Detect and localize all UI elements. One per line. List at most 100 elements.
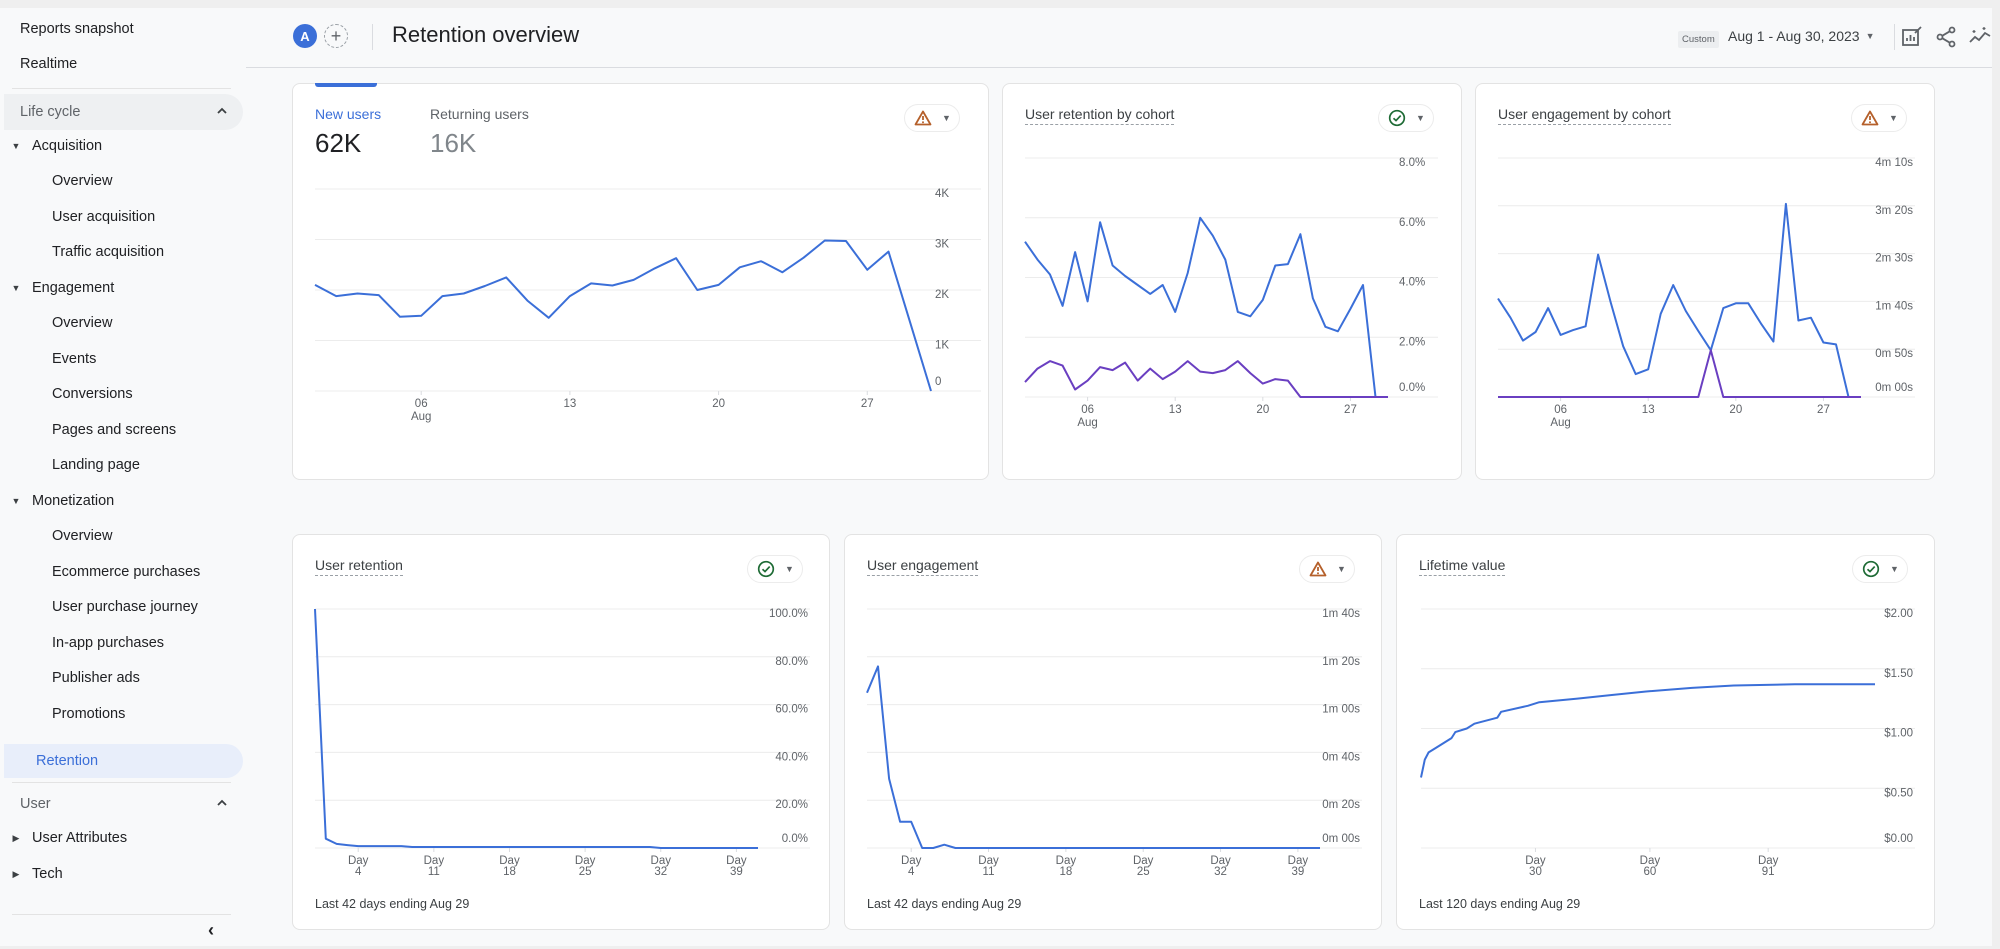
x-tick-sublabel: 32 (654, 866, 667, 878)
sidebar-item-retention[interactable]: Retention (4, 744, 243, 778)
sidebar-group-acquisition[interactable]: ▼ Acquisition (0, 138, 103, 154)
sidebar-item-ecommerce-purchases[interactable]: Ecommerce purchases (52, 564, 200, 580)
sidebar-item-user-acquisition[interactable]: User acquisition (52, 209, 155, 225)
sidebar-item-traffic-acquisition[interactable]: Traffic acquisition (52, 244, 164, 260)
card-footer: Last 120 days ending Aug 29 (1419, 897, 1581, 911)
expand-triangle-icon: ▼ (11, 141, 21, 151)
y-tick-label: $0.00 (1884, 833, 1913, 845)
y-tick-label: 6.0% (1399, 217, 1425, 229)
sidebar-section-user[interactable]: User (4, 786, 243, 822)
date-custom-chip: Custom (1678, 31, 1719, 48)
y-tick-label: 0 (935, 376, 941, 388)
y-tick-label: 2K (935, 289, 949, 301)
x-tick-label: 06 (1081, 404, 1094, 416)
group-label: Tech (32, 866, 63, 882)
sidebar-item-promotions[interactable]: Promotions (52, 706, 125, 722)
y-tick-label: 0.0% (782, 833, 808, 845)
x-tick-label: 27 (1344, 404, 1357, 416)
sidebar-item-events[interactable]: Events (52, 351, 96, 367)
sidebar-item-in-app-purchases[interactable]: In-app purchases (52, 635, 164, 651)
x-tick-sublabel: 25 (1137, 866, 1150, 878)
x-tick-label: 27 (1817, 404, 1830, 416)
retention-by-cohort-card: User retention by cohort ▼ 0.0% 2.0% 4.0% 6… (1002, 83, 1462, 480)
card-footer: Last 42 days ending Aug 29 (867, 897, 1022, 911)
x-tick-label: 06 (415, 398, 428, 410)
x-tick-label: 20 (1729, 404, 1742, 416)
customize-report-icon[interactable] (1900, 25, 1924, 49)
sidebar-item-pages-and-screens[interactable]: Pages and screens (52, 422, 176, 438)
y-tick-label: 2.0% (1399, 336, 1425, 348)
sidebar-group-monetization[interactable]: ▼ Monetization (0, 493, 115, 509)
y-tick-label: 4.0% (1399, 277, 1425, 289)
sidebar-item-engagement-overview[interactable]: Overview (52, 315, 112, 331)
sidebar-item-acquisition-overview[interactable]: Overview (52, 173, 112, 189)
y-tick-label: 100.0% (769, 608, 808, 620)
page-header: A + Retention overview Custom Aug 1 - Au… (246, 8, 1992, 68)
x-tick-label: 13 (1642, 404, 1655, 416)
x-tick-sublabel: Aug (1077, 417, 1097, 429)
new-users-chart: 0 1K 2K 3K 4K 06Aug 13 20 27 (314, 188, 981, 423)
collapse-sidebar-button[interactable]: ‹ (208, 920, 214, 941)
x-tick-sublabel: 91 (1762, 866, 1775, 878)
sidebar-group-user-attributes[interactable]: ▶ User Attributes (0, 830, 128, 846)
sidebar-item-reports-snapshot[interactable]: Reports snapshot (20, 21, 134, 37)
series-line-user-retention (314, 608, 758, 849)
sidebar-section-life-cycle[interactable]: Life cycle (4, 94, 243, 130)
date-range-picker[interactable]: Aug 1 - Aug 30, 2023 ▼ (1728, 28, 1874, 44)
add-comparison-button[interactable]: + (324, 24, 348, 48)
x-tick-sublabel: Aug (411, 411, 431, 423)
series-line-day-7-engagement (1498, 349, 1861, 398)
insights-icon[interactable] (1968, 25, 1992, 49)
series-line-user-engagement (866, 665, 1320, 849)
user-engagement-card: User engagement ▼ 0m 00s 0m 20s 0m 40s 1m 0… (844, 534, 1382, 930)
date-range-text: Aug 1 - Aug 30, 2023 (1728, 28, 1860, 44)
x-tick-sublabel: 18 (503, 866, 516, 878)
x-tick-sublabel: 18 (1059, 866, 1072, 878)
share-icon[interactable] (1934, 25, 1958, 49)
sidebar-group-engagement[interactable]: ▼ Engagement (0, 280, 115, 296)
y-tick-label: 2m 30s (1875, 253, 1913, 265)
y-tick-label: 1m 40s (1875, 300, 1913, 312)
sidebar-item-monetization-overview[interactable]: Overview (52, 528, 112, 544)
x-tick-sublabel: 25 (579, 866, 592, 878)
x-tick-label: 13 (1169, 404, 1182, 416)
y-tick-label: 1m 20s (1322, 656, 1360, 668)
comparison-avatar[interactable]: A (293, 24, 317, 48)
y-tick-label: $1.00 (1884, 728, 1913, 740)
chevron-up-icon (217, 799, 227, 806)
sidebar-item-user-purchase-journey[interactable]: User purchase journey (52, 599, 198, 615)
y-tick-label: $0.50 (1884, 787, 1913, 799)
series-line-new-users (314, 239, 932, 392)
sidebar-item-realtime[interactable]: Realtime (20, 56, 77, 72)
y-tick-label: 3m 20s (1875, 205, 1913, 217)
y-tick-label: 3K (935, 239, 949, 251)
series-line-lifetime-value (1420, 683, 1875, 778)
y-tick-label: 1m 40s (1322, 608, 1360, 620)
series-line-day-1-retention (1024, 216, 1388, 398)
y-tick-label: 0m 00s (1875, 382, 1913, 394)
y-tick-label: 8.0% (1399, 157, 1425, 169)
dropdown-arrow-icon: ▼ (1865, 31, 1875, 41)
user-retention-chart: 0.0%20.0%40.0%60.0%80.0%100.0%Day4Day11D… (314, 608, 810, 878)
x-tick-sublabel: 32 (1214, 866, 1227, 878)
sidebar-divider (12, 88, 231, 89)
users-card: New users 62K Returning users 16K ▼ 0 1K 2… (292, 83, 989, 480)
sidebar-item-publisher-ads[interactable]: Publisher ads (52, 670, 140, 686)
x-tick-label: 20 (712, 398, 725, 410)
group-label: Engagement (32, 280, 115, 296)
sidebar-divider (12, 782, 231, 783)
sidebar-item-conversions[interactable]: Conversions (52, 386, 133, 402)
x-tick-sublabel: 39 (730, 866, 743, 878)
x-tick-sublabel: 60 (1644, 866, 1657, 878)
page-title: Retention overview (392, 22, 580, 47)
sidebar-group-tech[interactable]: ▶ Tech (0, 866, 63, 882)
y-tick-label: 0.0% (1399, 382, 1425, 394)
header-divider (1894, 24, 1895, 50)
y-tick-label: 0m 00s (1322, 833, 1360, 845)
y-tick-label: 60.0% (775, 704, 808, 716)
y-tick-label: 1m 00s (1322, 704, 1360, 716)
y-tick-label: 1K (935, 340, 949, 352)
x-tick-label: 06 (1554, 404, 1567, 416)
sidebar-item-landing-page[interactable]: Landing page (52, 457, 140, 473)
sidebar-divider (12, 914, 231, 915)
